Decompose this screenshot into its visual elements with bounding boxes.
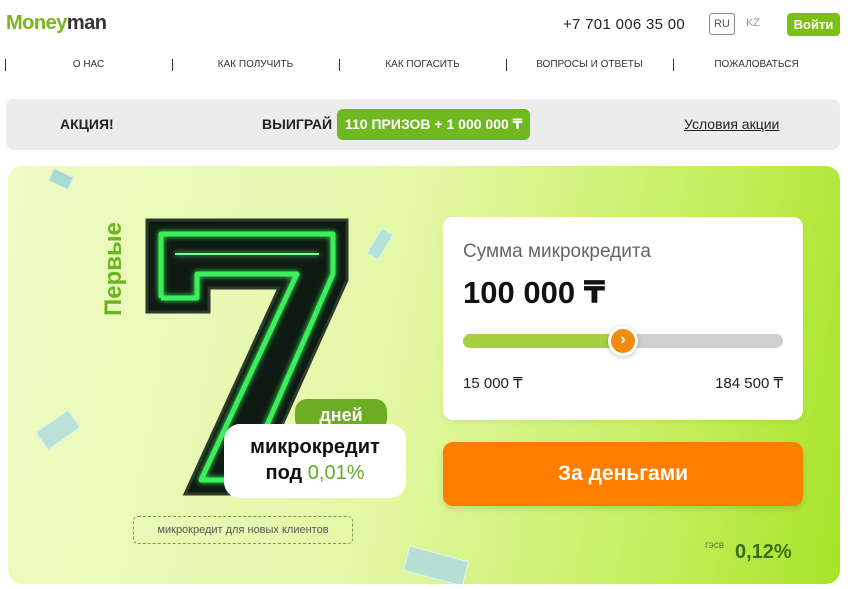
credit-line-2-prefix: под — [265, 462, 308, 484]
credit-rate-card: микрокредит под 0,01% — [224, 424, 406, 498]
lang-kz-button[interactable]: KZ — [740, 13, 766, 35]
nav-item-how-to-repay[interactable]: КАК ПОГАСИТЬ — [339, 56, 506, 74]
lang-ru-button[interactable]: RU — [709, 13, 735, 35]
header: Moneyman +7 701 006 35 00 RU KZ Войти — [0, 0, 852, 50]
nav-item-complain[interactable]: ПОЖАЛОВАТЬСЯ — [673, 56, 840, 74]
hero-banner: Первые 7 дней микрокредит под 0,01% микр… — [8, 166, 840, 584]
nav-item-about[interactable]: О НАС — [5, 56, 172, 74]
nav-item-faq[interactable]: ВОПРОСЫ И ОТВЕТЫ — [506, 56, 673, 74]
promo-terms-link[interactable]: Условия акции — [684, 116, 779, 132]
promo-label: АКЦИЯ! — [60, 116, 114, 132]
promo-prize-badge: 110 ПРИЗОВ + 1 000 000 ₸ — [337, 109, 531, 140]
seven-glyph: 7 — [235, 379, 257, 423]
main-nav: О НАС КАК ПОЛУЧИТЬ КАК ПОГАСИТЬ ВОПРОСЫ … — [0, 56, 852, 74]
banknote-decoration — [48, 168, 74, 190]
phone-number[interactable]: +7 701 006 35 00 — [563, 16, 685, 33]
get-money-button[interactable]: За деньгами — [443, 442, 803, 506]
first-label: Первые — [100, 222, 127, 316]
credit-line-2: под 0,01% — [224, 460, 406, 486]
calc-amount: 100 000 ₸ — [463, 275, 606, 310]
amount-slider-handle[interactable]: › — [608, 326, 638, 356]
gesv-label: гэсв — [705, 540, 725, 551]
calc-label: Сумма микрокредита — [463, 241, 651, 262]
logo[interactable]: Moneyman — [6, 12, 107, 35]
logo-part-money: Money — [6, 12, 67, 34]
credit-rate: 0,01% — [307, 462, 365, 484]
amount-slider-fill — [463, 334, 623, 348]
promo-win-text: ВЫИГРАЙ — [262, 116, 333, 132]
calc-min: 15 000 ₸ — [463, 375, 523, 392]
banknote-decoration — [402, 545, 470, 584]
loan-calculator: Сумма микрокредита 100 000 ₸ › 15 000 ₸ … — [443, 217, 803, 420]
credit-line-1: микрокредит — [250, 436, 380, 458]
calc-max: 184 500 ₸ — [715, 375, 783, 392]
banknote-decoration — [35, 409, 81, 451]
chevron-right-icon: › — [620, 331, 626, 348]
nav-item-how-to-get[interactable]: КАК ПОЛУЧИТЬ — [172, 56, 339, 74]
logo-part-man: man — [66, 12, 107, 34]
new-clients-note: микрокредит для новых клиентов — [133, 516, 353, 544]
promo-banner: АКЦИЯ! ВЫИГРАЙ 110 ПРИЗОВ + 1 000 000 ₸ … — [6, 99, 840, 150]
banknote-decoration — [366, 227, 394, 261]
gesv-value: 0,12% — [735, 541, 792, 563]
login-button[interactable]: Войти — [787, 13, 840, 36]
